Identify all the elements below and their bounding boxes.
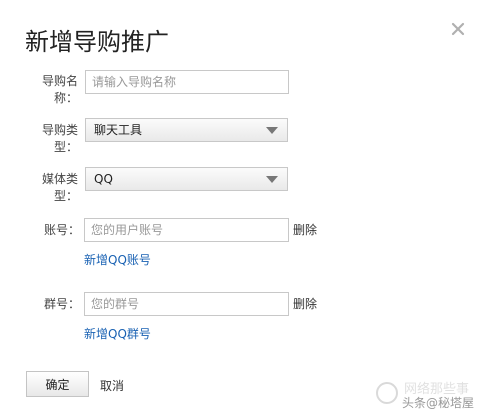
guide-name-input[interactable] bbox=[85, 70, 289, 94]
group-delete-link[interactable]: 删除 bbox=[293, 296, 317, 313]
group-label: 群号： bbox=[43, 297, 80, 311]
account-delete-link[interactable]: 删除 bbox=[293, 222, 317, 239]
guide-type-label-line1: 导购类 bbox=[41, 123, 78, 137]
guide-type-select[interactable]: 聊天工具 bbox=[85, 118, 288, 142]
group-input[interactable] bbox=[84, 292, 289, 316]
add-qq-group-link[interactable]: 新增QQ群号 bbox=[84, 326, 151, 343]
account-input[interactable] bbox=[84, 218, 289, 242]
media-type-label-line2: 型： bbox=[53, 189, 78, 203]
guide-type-value: 聊天工具 bbox=[94, 123, 143, 137]
guide-name-label-line2: 称： bbox=[53, 91, 78, 105]
chevron-down-icon bbox=[266, 127, 278, 134]
media-type-label-line1: 媒体类 bbox=[41, 172, 78, 186]
media-type-value: QQ bbox=[94, 172, 113, 186]
guide-type-label-line2: 型： bbox=[53, 140, 78, 154]
watermark-bottom-text: 头条@秘塔屋 bbox=[402, 396, 475, 410]
close-icon[interactable] bbox=[449, 20, 467, 38]
add-qq-account-link[interactable]: 新增QQ账号 bbox=[84, 252, 151, 269]
account-label: 账号： bbox=[43, 223, 80, 237]
confirm-button[interactable]: 确定 bbox=[26, 371, 89, 397]
media-type-select[interactable]: QQ bbox=[85, 167, 288, 191]
guide-name-label: 导购名 称： bbox=[38, 73, 78, 107]
watermark: 网络那些事 头条@秘塔屋 bbox=[376, 378, 486, 414]
cancel-link[interactable]: 取消 bbox=[100, 377, 124, 394]
chevron-down-icon bbox=[266, 176, 278, 183]
dialog-title: 新增导购推广 bbox=[25, 28, 169, 56]
watermark-logo-icon bbox=[376, 382, 398, 404]
guide-name-label-line1: 导购名 bbox=[41, 74, 78, 88]
media-type-label: 媒体类 型： bbox=[38, 171, 78, 205]
guide-type-label: 导购类 型： bbox=[38, 122, 78, 156]
